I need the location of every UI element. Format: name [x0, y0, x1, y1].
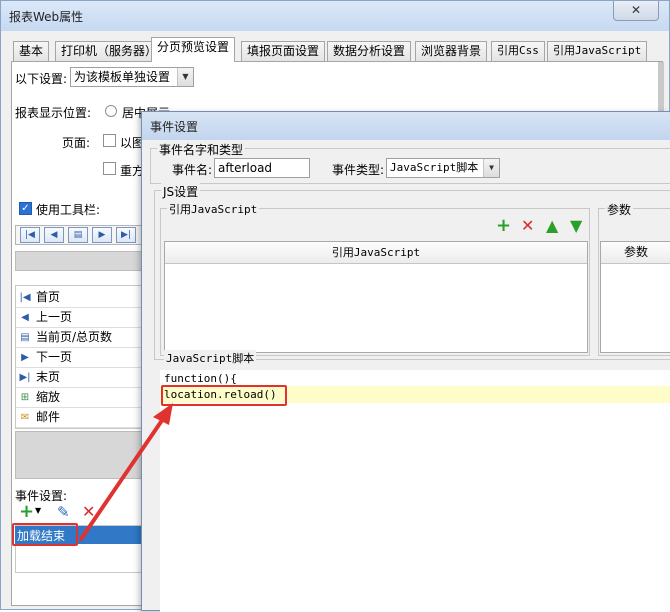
tab-page-preview[interactable]: 分页预览设置 — [151, 37, 236, 62]
web-properties-window: 报表Web属性 ✕ 基本 打印机（服务器） 分页预览设置 填报页面设置 数据分析… — [0, 0, 670, 612]
annotation-arrow — [79, 403, 173, 541]
